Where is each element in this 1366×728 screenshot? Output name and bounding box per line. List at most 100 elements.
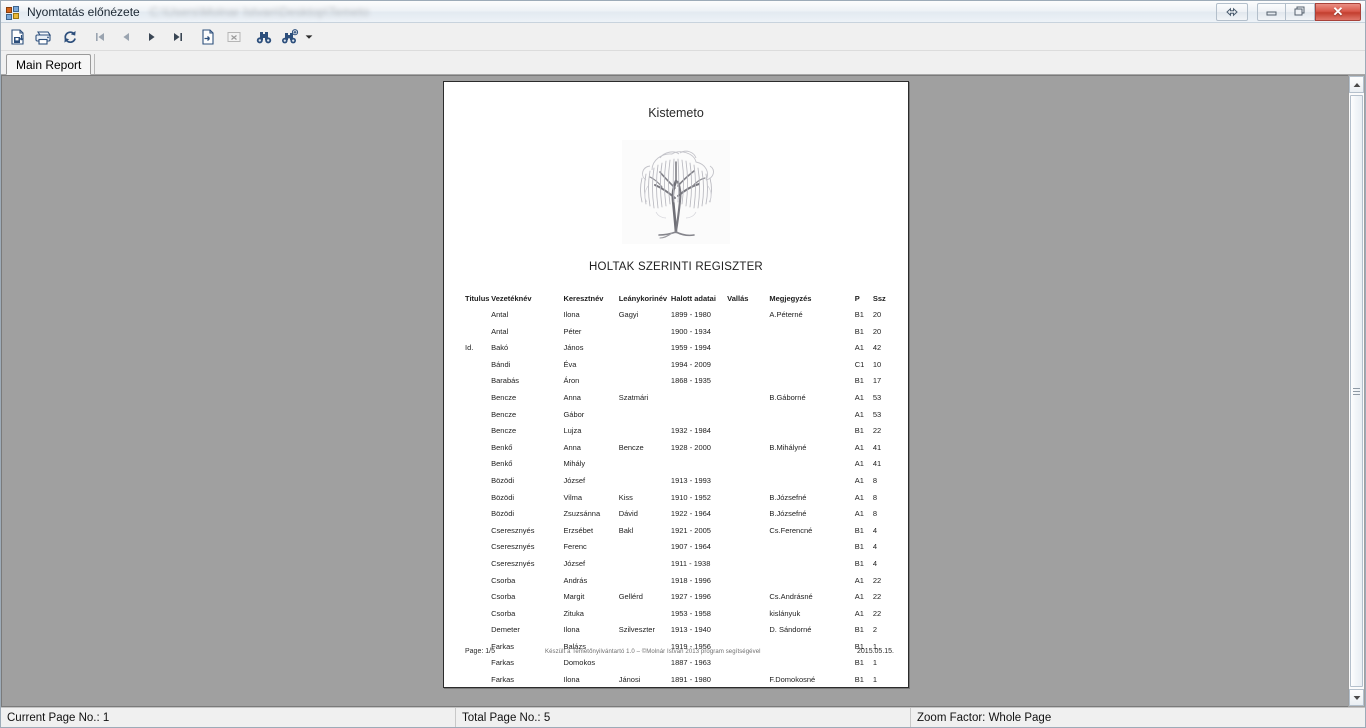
cell-megjegyzes: A.Péterné (769, 310, 803, 319)
cell-titulus (465, 559, 491, 576)
cell-halott-adatai (671, 459, 727, 476)
cell-titulus (465, 443, 491, 460)
previous-page-icon (123, 32, 129, 41)
restore-button[interactable] (1286, 2, 1315, 21)
report-logo-wrap (444, 140, 908, 244)
cell-titulus (465, 658, 491, 675)
cell-vallas (727, 625, 769, 642)
resize-arrows-button[interactable] (1216, 2, 1248, 21)
cell-ssz: 17 (872, 376, 882, 386)
minimize-icon (1266, 11, 1276, 15)
cell-leanykorinev: Gagyi (618, 310, 639, 319)
cell-halott-adatai (671, 410, 727, 427)
cell-keresztnev: Ilona (563, 675, 580, 685)
cell-halott-adatai: 1910 - 1952 (670, 492, 711, 502)
column-header-p: P (854, 294, 860, 303)
cell-titulus (465, 625, 491, 642)
cell-vezeteknev: Csorba (491, 592, 516, 602)
cell-megjegyzes (769, 376, 854, 393)
cell-halott-adatai (671, 393, 727, 410)
status-current-page: Current Page No.: 1 (1, 708, 456, 727)
cell-vezeteknev: Farkas (491, 675, 515, 685)
find-text-button[interactable] (251, 25, 277, 49)
cell-vezeteknev: Cseresznyés (491, 558, 535, 568)
cell-ssz: 22 (872, 575, 882, 585)
tab-main-report[interactable]: Main Report (6, 54, 92, 75)
cell-megjegyzes (769, 658, 854, 675)
cell-keresztnev: Áron (563, 376, 580, 386)
cell-leanykorinev (619, 609, 671, 626)
cell-vezeteknev: Bándi (491, 359, 511, 369)
export-report-button[interactable] (5, 25, 31, 49)
cell-halott-adatai: 1913 - 1940 (670, 625, 711, 635)
zoom-dropdown-button[interactable] (303, 25, 315, 49)
cell-megjegyzes: Cs.Ferencné (769, 525, 813, 535)
column-header-vezeteknev: Vezetéknév (491, 294, 532, 303)
cell-keresztnev: Vilma (563, 492, 583, 502)
status-bar: Current Page No.: 1 Total Page No.: 5 Zo… (1, 707, 1365, 727)
scroll-up-button[interactable] (1349, 76, 1364, 93)
cell-megjegyzes: B.Mihályné (769, 442, 807, 452)
cell-leanykorinev (619, 476, 671, 493)
scroll-down-button[interactable] (1349, 689, 1364, 706)
cell-keresztnev: Erzsébet (563, 525, 594, 535)
cell-leanykorinev: Kiss (618, 492, 633, 502)
cell-megjegyzes (769, 327, 854, 344)
footer-page-number: Page: 1/5 (465, 648, 495, 655)
cell-leanykorinev: Szilveszter (618, 625, 655, 635)
cell-keresztnev: Zituka (563, 608, 584, 618)
cell-keresztnev: János (563, 343, 584, 353)
scrollbar-grip (1353, 386, 1360, 397)
next-page-icon (149, 32, 155, 41)
close-current-view-button[interactable] (221, 25, 247, 49)
scrollbar-thumb[interactable] (1350, 95, 1363, 687)
cell-vezeteknev: Barabás (491, 376, 520, 386)
cell-vezeteknev: Demeter (491, 625, 520, 635)
cell-keresztnev: Margit (563, 592, 585, 602)
cell-halott-adatai: 1891 - 1980 (670, 675, 711, 685)
cell-leanykorinev: Gellérd (618, 592, 643, 602)
cell-vallas (727, 443, 769, 460)
table-row: Demeter Ilona Szilveszter 1913 - 1940 D. Sán… (465, 625, 893, 642)
minimize-button[interactable] (1257, 2, 1286, 21)
table-row: Antal Péter 1900 - 1934 B1 20 (465, 327, 893, 344)
cell-halott-adatai: 1899 - 1980 (670, 310, 711, 319)
close-button[interactable]: ✕ (1315, 2, 1361, 21)
table-row: Farkas Domokos 1887 - 1963 B1 1 (465, 658, 893, 675)
cell-ssz: 20 (872, 326, 882, 336)
footer-date: 2015.05.15. (857, 648, 894, 655)
cell-keresztnev: Gábor (563, 409, 585, 419)
cell-ssz: 2 (872, 625, 877, 635)
cell-ssz: 4 (872, 525, 877, 535)
first-page-button[interactable] (87, 25, 113, 49)
cell-p: A1 (854, 492, 864, 502)
cell-megjegyzes (769, 559, 854, 576)
status-zoom-factor: Zoom Factor: Whole Page (917, 711, 1052, 724)
cell-leanykorinev: Jánosi (618, 675, 641, 685)
cell-vallas (727, 393, 769, 410)
go-to-page-icon (202, 28, 214, 45)
cell-vallas (727, 476, 769, 493)
cell-titulus (465, 393, 491, 410)
cell-vallas (727, 376, 769, 393)
cell-ssz: 22 (872, 592, 882, 602)
cell-ssz: 8 (872, 509, 877, 519)
cell-leanykorinev (619, 410, 671, 427)
print-report-button[interactable] (31, 25, 57, 49)
previous-page-button[interactable] (113, 25, 139, 49)
window-buttons: ✕ (1216, 2, 1363, 21)
preview-canvas[interactable]: Kistemeto HOLTAK SZERINTI REGISZTER Titu… (1, 75, 1348, 707)
zoom-find-button[interactable] (277, 25, 303, 49)
first-page-icon (96, 32, 104, 41)
next-page-button[interactable] (139, 25, 165, 49)
go-to-page-button[interactable] (195, 25, 221, 49)
vertical-scrollbar[interactable] (1348, 75, 1365, 707)
cell-keresztnev: Zsuzsánna (563, 509, 601, 519)
last-page-button[interactable] (165, 25, 191, 49)
scrollbar-track[interactable] (1349, 93, 1364, 689)
cell-vezeteknev: Cseresznyés (491, 542, 535, 552)
refresh-report-button[interactable] (57, 25, 83, 49)
report-table: Titulus Vezetéknév Keresztnév Leánykorin… (465, 294, 893, 692)
cell-p: A1 (854, 575, 864, 585)
cell-vallas (727, 675, 769, 692)
